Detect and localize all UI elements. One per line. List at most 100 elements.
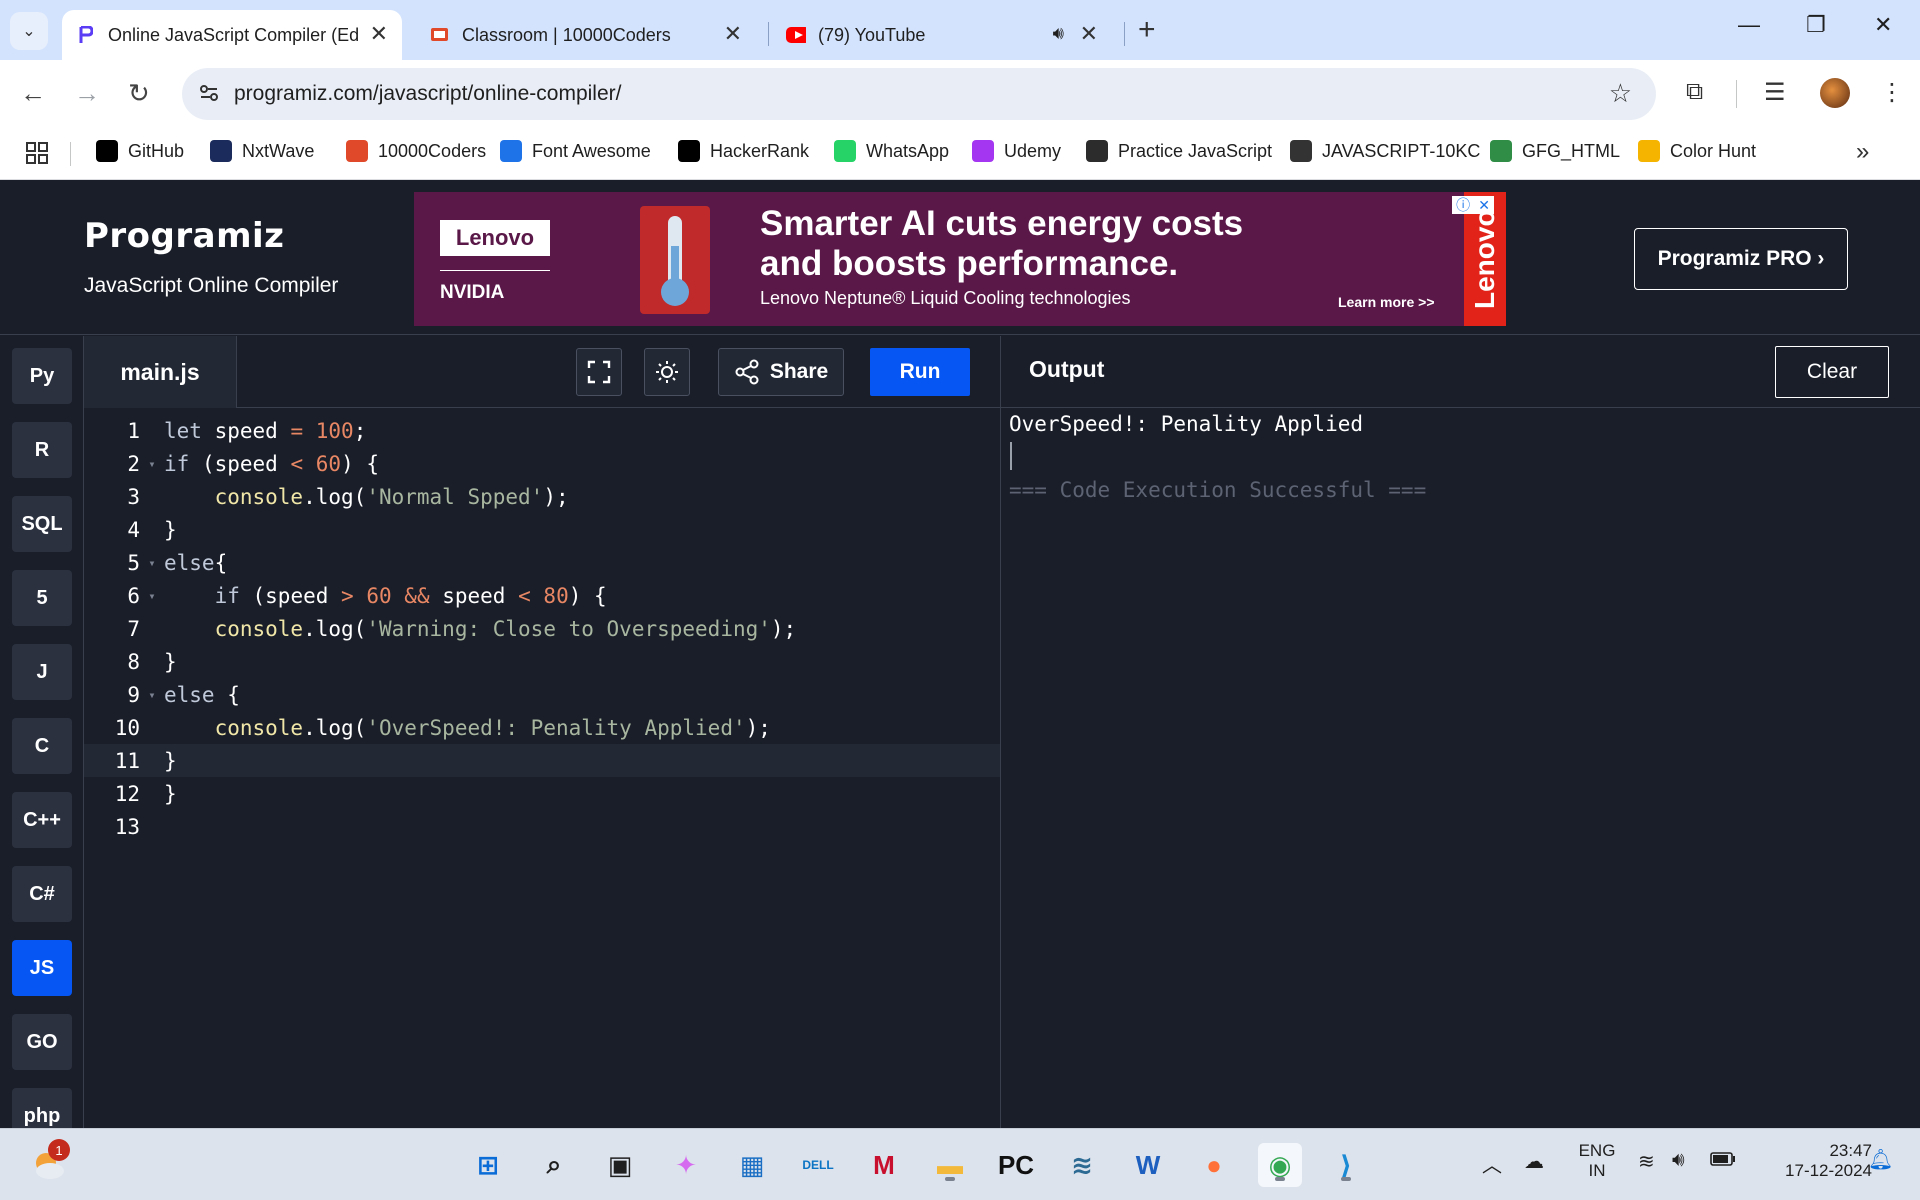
profile-avatar[interactable] — [1820, 78, 1850, 108]
programiz-logo[interactable]: Programiz — [84, 216, 284, 256]
file-tab-main-js[interactable]: main.js — [84, 336, 237, 408]
code-line[interactable]: 6 ▾ if (speed > 60 && speed < 80) { — [84, 579, 1000, 612]
bookmark-hackerrank[interactable]: HackerRank — [678, 140, 809, 162]
code-line[interactable]: 12} — [84, 777, 1000, 810]
ad-learn-more-link[interactable]: Learn more >> — [1338, 294, 1435, 310]
reload-icon[interactable]: ↻ — [128, 80, 150, 106]
bookmark-udemy[interactable]: Udemy — [972, 140, 1061, 162]
code-editor[interactable]: 1 let speed = 100; 2 ▾ if (speed < 60) {3 co… — [84, 408, 1000, 1128]
task-view-icon[interactable]: ▣ — [598, 1143, 642, 1187]
theme-toggle-button[interactable] — [644, 348, 690, 396]
bookmark-font-awesome[interactable]: Font Awesome — [500, 140, 651, 162]
ad-choices-icon[interactable]: ⓘ ✕ — [1452, 196, 1494, 214]
code-line[interactable]: 11} — [84, 744, 1000, 777]
forward-icon[interactable]: → — [74, 80, 100, 106]
close-tab-icon[interactable]: ✕ — [1080, 23, 1098, 45]
code-line[interactable]: 1 let speed = 100; — [84, 414, 1000, 447]
chrome-icon[interactable]: ◉ — [1258, 1143, 1302, 1187]
address-bar[interactable]: programiz.com/javascript/online-compiler… — [182, 68, 1656, 120]
volume-icon[interactable]: 🔊︎ — [1672, 1149, 1685, 1172]
bookmark-nxtwave[interactable]: NxtWave — [210, 140, 314, 162]
bookmark-gfg-html[interactable]: GFG_HTML — [1490, 140, 1620, 162]
html-lang-button[interactable]: 5 — [12, 570, 72, 626]
close-window-icon[interactable]: ✕ — [1874, 12, 1892, 38]
code-line[interactable]: 2 ▾ if (speed < 60) { — [84, 447, 1000, 480]
site-info-icon[interactable] — [198, 82, 220, 109]
microsoft-store-icon[interactable]: ▦ — [730, 1143, 774, 1187]
cpp-lang-button[interactable]: C++ — [12, 792, 72, 848]
code-line[interactable]: 10 console.log('OverSpeed!: Penality App… — [84, 711, 1000, 744]
weather-widget-icon[interactable]: 1 — [26, 1139, 70, 1187]
show-hidden-icons[interactable]: ︿ — [1482, 1149, 1502, 1178]
close-ad-icon[interactable]: ✕ — [1478, 197, 1490, 214]
file-explorer-icon[interactable]: ▬ — [928, 1143, 972, 1187]
fold-arrow-icon[interactable]: ▾ — [140, 556, 164, 570]
output-cursor[interactable] — [1010, 442, 1012, 470]
c-lang-button[interactable]: C — [12, 718, 72, 774]
minimize-icon[interactable]: — — [1738, 12, 1760, 38]
fold-arrow-icon[interactable]: ▾ — [140, 457, 164, 471]
tab-search-button[interactable]: ⌄ — [10, 12, 48, 50]
back-icon[interactable]: ← — [20, 80, 46, 106]
code-line[interactable]: 9 ▾ else { — [84, 678, 1000, 711]
bookmark-whatsapp[interactable]: WhatsApp — [834, 140, 949, 162]
csharp-lang-button[interactable]: C# — [12, 866, 72, 922]
bookmark-color-hunt[interactable]: Color Hunt — [1638, 140, 1756, 162]
js-lang-button[interactable]: JS — [12, 940, 72, 996]
bookmark-10000coders[interactable]: 10000Coders — [346, 140, 486, 162]
battery-icon[interactable] — [1710, 1151, 1736, 1171]
close-tab-icon[interactable]: ✕ — [724, 23, 742, 45]
new-tab-button[interactable]: + — [1138, 15, 1156, 45]
search-taskbar-icon[interactable]: ⌕ — [532, 1143, 576, 1187]
more-bookmarks-icon[interactable]: » — [1856, 138, 1869, 166]
tab-programiz[interactable]: Online JavaScript Compiler (Edi ✕ — [62, 10, 402, 60]
share-button[interactable]: Share — [718, 348, 844, 396]
code-line[interactable]: 5 ▾ else{ — [84, 546, 1000, 579]
fold-arrow-icon[interactable]: ▾ — [140, 688, 164, 702]
code-line[interactable]: 13 — [84, 810, 1000, 843]
bookmark-github[interactable]: GitHub — [96, 140, 184, 162]
programiz-pro-button[interactable]: Programiz PRO › — [1634, 228, 1848, 290]
r-lang-button[interactable]: R — [12, 422, 72, 478]
fullscreen-button[interactable] — [576, 348, 622, 396]
extensions-icon[interactable]: ⧉ — [1686, 78, 1703, 106]
menu-kebab-icon[interactable]: ⋮ — [1880, 78, 1904, 107]
word-icon[interactable]: W — [1126, 1143, 1170, 1187]
pycharm-icon[interactable]: PC — [994, 1143, 1038, 1187]
bookmark-practice-javascript[interactable]: Practice JavaScript — [1086, 140, 1272, 162]
advertisement-banner[interactable]: Lenovo NVIDIA Smarter AI cuts energy cos… — [414, 192, 1506, 326]
go-lang-button[interactable]: GO — [12, 1014, 72, 1070]
fold-arrow-icon[interactable]: ▾ — [140, 589, 164, 603]
copilot-icon[interactable]: ✦ — [664, 1143, 708, 1187]
audio-playing-icon[interactable]: 🔊︎ — [1053, 23, 1064, 44]
info-icon[interactable]: ⓘ — [1456, 195, 1470, 215]
bookmark-javascript-10kc[interactable]: JAVASCRIPT-10KC — [1290, 140, 1480, 162]
bookmark-star-icon[interactable]: ☆ — [1609, 78, 1632, 109]
apps-grid-icon[interactable] — [26, 142, 48, 169]
onedrive-icon[interactable]: ☁ — [1524, 1149, 1544, 1174]
code-line[interactable]: 7 console.log('Warning: Close to Overspe… — [84, 612, 1000, 645]
sql-lang-button[interactable]: SQL — [12, 496, 72, 552]
python-lang-button[interactable]: Py — [12, 348, 72, 404]
tab-10000coders[interactable]: Classroom | 10000Coders ✕ — [416, 10, 756, 60]
firefox-icon[interactable]: ● — [1192, 1143, 1236, 1187]
language-indicator[interactable]: ENG IN — [1576, 1141, 1618, 1181]
media-control-icon[interactable]: ☰ — [1764, 78, 1786, 107]
vscode-icon[interactable]: ⟩ — [1324, 1143, 1368, 1187]
run-button[interactable]: Run — [870, 348, 970, 396]
clear-output-button[interactable]: Clear — [1775, 346, 1889, 398]
clock[interactable]: 23:47 17-12-2024 — [1756, 1141, 1872, 1181]
java-lang-button[interactable]: J — [12, 644, 72, 700]
wifi-icon[interactable]: ≋ — [1638, 1149, 1655, 1174]
mysql-workbench-icon[interactable]: ≋ — [1060, 1143, 1104, 1187]
code-line[interactable]: 8} — [84, 645, 1000, 678]
tab-youtube[interactable]: (79) YouTube 🔊︎ ✕ — [772, 10, 1112, 60]
code-line[interactable]: 3 console.log('Normal Spped'); — [84, 480, 1000, 513]
code-line[interactable]: 4} — [84, 513, 1000, 546]
start-button[interactable]: ⊞ — [466, 1143, 510, 1187]
restore-icon[interactable]: ❐ — [1806, 12, 1826, 38]
close-tab-icon[interactable]: ✕ — [370, 23, 388, 45]
notifications-bell-icon[interactable]: 🔔︎ — [1868, 1147, 1893, 1172]
dell-icon[interactable]: DELL — [796, 1143, 840, 1187]
mcafee-icon[interactable]: M — [862, 1143, 906, 1187]
